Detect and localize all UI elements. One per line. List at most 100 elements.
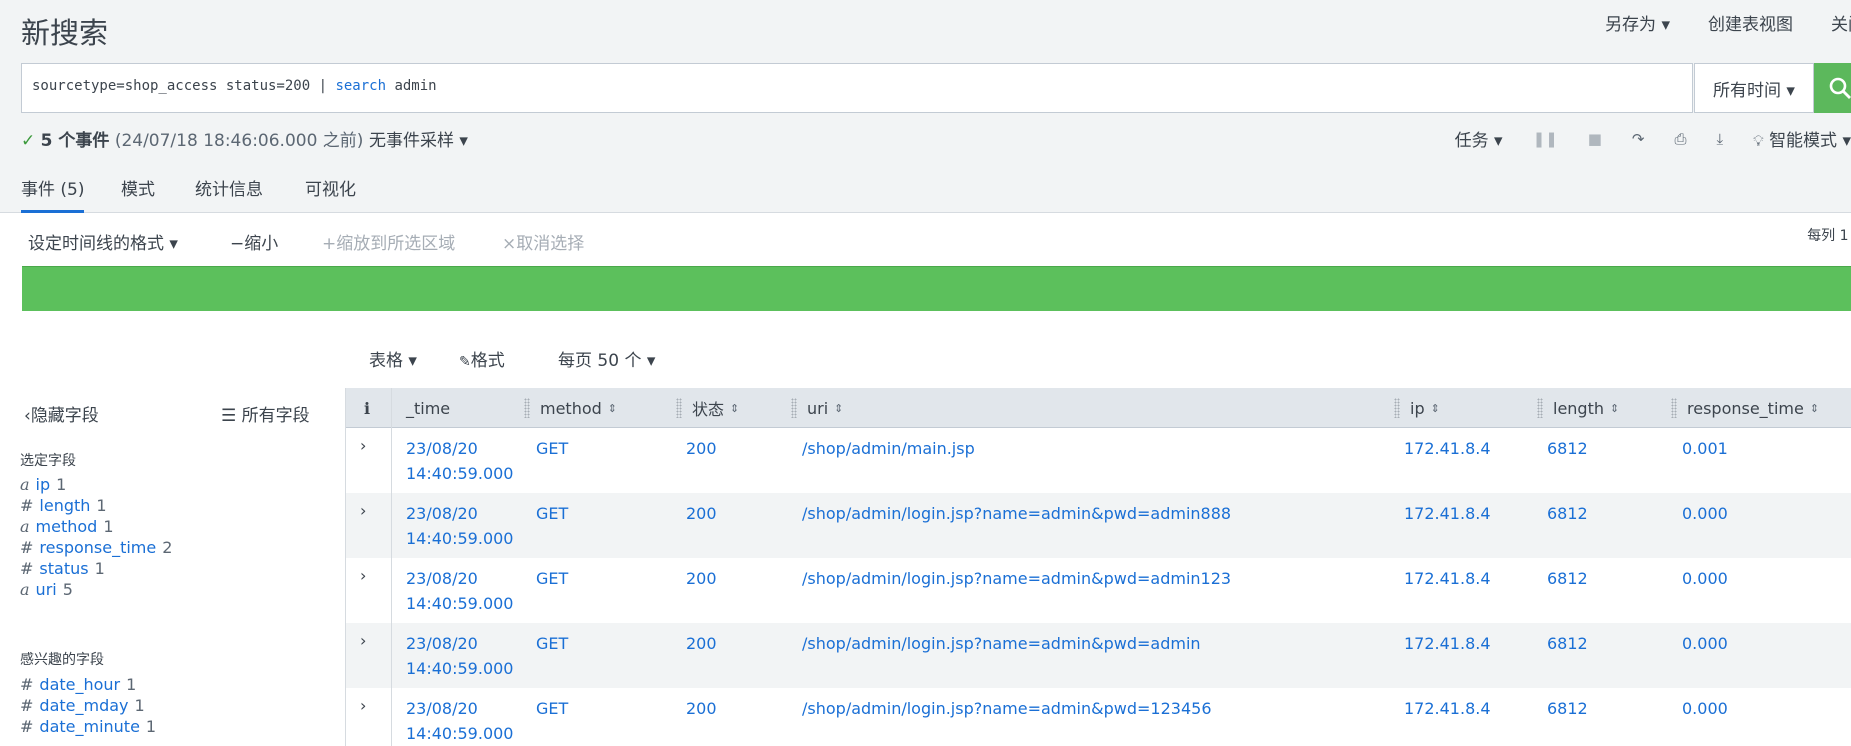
method-cell[interactable]: GET	[536, 501, 568, 526]
expand-row-icon[interactable]: ›	[360, 566, 366, 585]
print-icon[interactable]: ⎙	[1674, 130, 1686, 148]
close-link[interactable]: 关闭	[1831, 10, 1851, 35]
field-item[interactable]: a uri 5	[20, 580, 73, 599]
create-table-view-link[interactable]: 创建表视图	[1708, 10, 1793, 35]
export-icon[interactable]: ⤓	[1717, 130, 1724, 148]
column-header-time[interactable]: _time	[406, 388, 450, 428]
tab-statistics[interactable]: 统计信息	[195, 175, 263, 200]
drag-handle-icon[interactable]	[1394, 398, 1400, 418]
search-button[interactable]	[1814, 63, 1851, 113]
zoom-out-button[interactable]: −缩小	[230, 229, 278, 254]
time-cell[interactable]: 23/08/20 14:40:59.000	[406, 566, 513, 616]
field-item[interactable]: # status 1	[20, 559, 105, 578]
timeline-format-menu[interactable]: 设定时间线的格式 ▾	[28, 229, 178, 254]
table-row[interactable]: › 23/08/20 14:40:59.000 GET 200/shop/admin/l…	[346, 493, 1851, 558]
method-cell[interactable]: GET	[536, 436, 568, 461]
method-cell[interactable]: GET	[536, 631, 568, 656]
field-item[interactable]: # response_time 2	[20, 538, 172, 557]
status-cell[interactable]: 200	[686, 436, 717, 461]
expand-row-icon[interactable]: ›	[360, 501, 366, 520]
column-header-response-time[interactable]: response_time ⇕	[1671, 388, 1819, 428]
response-time-cell[interactable]: 0.000	[1682, 566, 1728, 591]
expand-row-icon[interactable]: ›	[360, 631, 366, 650]
ip-cell[interactable]: 172.41.8.4	[1404, 631, 1491, 656]
column-header-length[interactable]: length ⇕	[1537, 388, 1619, 428]
response-time-cell[interactable]: 0.000	[1682, 501, 1728, 526]
search-input[interactable]: sourcetype=shop_access status=200 | sear…	[32, 78, 437, 94]
drag-handle-icon[interactable]	[524, 398, 530, 418]
time-cell[interactable]: 23/08/20 14:40:59.000	[406, 501, 513, 551]
zoom-to-selection-button[interactable]: +缩放到所选区域	[322, 229, 455, 254]
status-cell[interactable]: 200	[686, 501, 717, 526]
per-page-menu[interactable]: 每页 50 个 ▾	[558, 346, 655, 371]
field-type: #	[20, 496, 34, 515]
length-cell[interactable]: 6812	[1547, 436, 1588, 461]
column-header-uri[interactable]: uri ⇕	[791, 388, 843, 428]
response-time-cell[interactable]: 0.000	[1682, 631, 1728, 656]
time-cell[interactable]: 23/08/20 14:40:59.000	[406, 696, 513, 746]
length-cell[interactable]: 6812	[1547, 631, 1588, 656]
drag-handle-icon[interactable]	[1537, 398, 1543, 418]
search-bar[interactable]: sourcetype=shop_access status=200 | sear…	[21, 63, 1851, 113]
pause-icon[interactable]: ❚❚	[1533, 130, 1558, 148]
field-item[interactable]: # date_hour 1	[20, 675, 136, 694]
sampling-dropdown[interactable]: 无事件采样 ▾	[369, 126, 468, 151]
field-item[interactable]: # date_mday 1	[20, 696, 145, 715]
drag-handle-icon[interactable]	[676, 398, 682, 418]
hide-fields-button[interactable]: ‹隐藏字段	[24, 401, 99, 426]
format-menu[interactable]: ✎格式	[459, 346, 505, 371]
uri-cell[interactable]: /shop/admin/login.jsp?name=admin&pwd=adm…	[802, 566, 1231, 591]
time-cell[interactable]: 23/08/20 14:40:59.000	[406, 436, 513, 486]
length-cell[interactable]: 6812	[1547, 501, 1588, 526]
table-row[interactable]: › 23/08/20 14:40:59.000 GET 200/shop/admin/m…	[346, 428, 1851, 493]
response-time-cell[interactable]: 0.001	[1682, 436, 1728, 461]
time-range-picker[interactable]: 所有时间 ▾	[1694, 63, 1814, 113]
column-header-status[interactable]: 状态 ⇕	[676, 388, 739, 428]
uri-cell[interactable]: /shop/admin/login.jsp?name=admin&pwd=adm…	[802, 501, 1231, 526]
timeline-bar[interactable]	[22, 266, 1851, 311]
tab-patterns[interactable]: 模式	[121, 175, 155, 200]
view-type-menu[interactable]: 表格 ▾	[369, 346, 417, 371]
share-icon[interactable]: ↷	[1632, 130, 1645, 148]
field-item[interactable]: # length 1	[20, 496, 107, 515]
uri-cell[interactable]: /shop/admin/login.jsp?name=admin&pwd=123…	[802, 696, 1212, 721]
status-cell[interactable]: 200	[686, 631, 717, 656]
job-menu[interactable]: 任务 ▾	[1455, 126, 1503, 151]
table-header: i _time method ⇕ 状态 ⇕ uri ⇕ ip ⇕ length ⇕ res…	[346, 388, 1851, 428]
ip-cell[interactable]: 172.41.8.4	[1404, 436, 1491, 461]
field-item[interactable]: a ip 1	[20, 475, 66, 494]
field-item[interactable]: # date_minute 1	[20, 717, 156, 736]
stop-icon[interactable]: ■	[1588, 130, 1602, 148]
table-row[interactable]: › 23/08/20 14:40:59.000 GET 200/shop/admin/l…	[346, 688, 1851, 746]
expand-row-icon[interactable]: ›	[360, 436, 366, 455]
tab-events[interactable]: 事件 (5)	[21, 175, 85, 213]
expand-row-icon[interactable]: ›	[360, 696, 366, 715]
column-header-method[interactable]: method ⇕	[524, 388, 617, 428]
length-cell[interactable]: 6812	[1547, 696, 1588, 721]
column-header-ip[interactable]: ip ⇕	[1394, 388, 1440, 428]
table-row[interactable]: › 23/08/20 14:40:59.000 GET 200/shop/admin/l…	[346, 623, 1851, 688]
response-time-cell[interactable]: 0.000	[1682, 696, 1728, 721]
list-icon: ☰	[221, 406, 237, 426]
drag-handle-icon[interactable]	[791, 398, 797, 418]
method-cell[interactable]: GET	[536, 696, 568, 721]
uri-cell[interactable]: /shop/admin/login.jsp?name=admin&pwd=adm…	[802, 631, 1201, 656]
uri-cell[interactable]: /shop/admin/main.jsp	[802, 436, 975, 461]
all-fields-button[interactable]: ☰ 所有字段	[221, 401, 310, 426]
status-cell[interactable]: 200	[686, 696, 717, 721]
field-item[interactable]: a method 1	[20, 517, 114, 536]
timeline-scale-label: 每列 1 毫秒	[1807, 228, 1851, 244]
save-as-menu[interactable]: 另存为 ▾	[1605, 10, 1670, 35]
status-cell[interactable]: 200	[686, 566, 717, 591]
search-mode-menu[interactable]: 💡︎ 智能模式 ▾	[1753, 126, 1851, 151]
length-cell[interactable]: 6812	[1547, 566, 1588, 591]
ip-cell[interactable]: 172.41.8.4	[1404, 501, 1491, 526]
ip-cell[interactable]: 172.41.8.4	[1404, 696, 1491, 721]
drag-handle-icon[interactable]	[1671, 398, 1677, 418]
tab-visualization[interactable]: 可视化	[305, 175, 356, 200]
ip-cell[interactable]: 172.41.8.4	[1404, 566, 1491, 591]
table-row[interactable]: › 23/08/20 14:40:59.000 GET 200/shop/admin/l…	[346, 558, 1851, 623]
deselect-button[interactable]: ×取消选择	[502, 229, 584, 254]
time-cell[interactable]: 23/08/20 14:40:59.000	[406, 631, 513, 681]
method-cell[interactable]: GET	[536, 566, 568, 591]
